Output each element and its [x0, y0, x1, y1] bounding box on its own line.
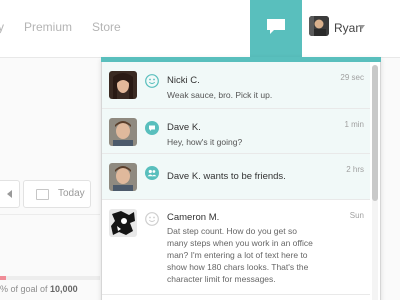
scrollbar-thumb[interactable]: [372, 65, 378, 201]
goal-text: % of goal of 10,000: [0, 284, 78, 294]
avatar: [109, 71, 137, 99]
previous-day-button[interactable]: [0, 180, 20, 208]
sender-name: Nicki C.: [167, 75, 200, 86]
goal-value: 10,000: [50, 284, 78, 294]
notification-item[interactable]: Cameron M. Dat step count. How do you ge…: [102, 200, 370, 295]
today-button[interactable]: Today: [23, 180, 91, 208]
nav-link-premium[interactable]: Premium: [24, 20, 72, 34]
goal-progress-bar: [0, 276, 100, 280]
smiley-outline-icon: [145, 212, 159, 226]
notification-item[interactable]: Dave K. Hey, how's it going? 1 min: [102, 109, 370, 154]
notification-item[interactable]: Nicki C. Weak sauce, bro. Pick it up. 29…: [102, 62, 370, 109]
message-preview: Dat step count. How do you get so many s…: [167, 226, 313, 284]
calendar-icon: [36, 189, 49, 200]
goal-progress-fill: [0, 276, 6, 280]
top-navigation: y Premium Store Ryan: [0, 0, 400, 58]
goal-prefix: % of goal of: [0, 284, 51, 294]
user-avatar[interactable]: [309, 16, 329, 36]
sender-name: Cameron M.: [167, 212, 220, 223]
messages-button[interactable]: [250, 0, 302, 57]
notification-item[interactable]: Dave K. wants to be friends. 2 hrs: [102, 154, 370, 200]
sender-name: Dave K.: [167, 122, 201, 133]
timestamp: 2 hrs: [346, 165, 364, 174]
avatar: [109, 209, 137, 237]
chat-bubble-icon: [145, 121, 159, 135]
message-preview: Hey, how's it going?: [167, 137, 243, 147]
notification-text: Dave K. wants to be friends.: [167, 171, 286, 182]
chevron-left-icon: [7, 190, 12, 198]
user-name[interactable]: Ryan: [334, 21, 362, 35]
timestamp: 29 sec: [340, 73, 364, 82]
timestamp: Sun: [349, 211, 364, 220]
message-preview: Weak sauce, bro. Pick it up.: [167, 90, 273, 100]
notifications-dropdown: Nicki C. Weak sauce, bro. Pick it up. 29…: [101, 57, 381, 300]
nav-link-partial[interactable]: y: [0, 20, 4, 34]
avatar: [109, 163, 137, 191]
timestamp: 1 min: [344, 120, 364, 129]
chat-icon: [267, 19, 285, 34]
app-root: Today % of goal of 10,000 y Premium Stor…: [0, 0, 400, 300]
chevron-down-icon[interactable]: [359, 25, 365, 29]
avatar: [109, 118, 137, 146]
scrollbar[interactable]: [372, 65, 378, 300]
today-label: Today: [58, 188, 85, 199]
divider: [0, 214, 100, 215]
smiley-icon: [145, 74, 159, 88]
friends-icon: [145, 166, 159, 180]
nav-link-store[interactable]: Store: [92, 20, 121, 34]
